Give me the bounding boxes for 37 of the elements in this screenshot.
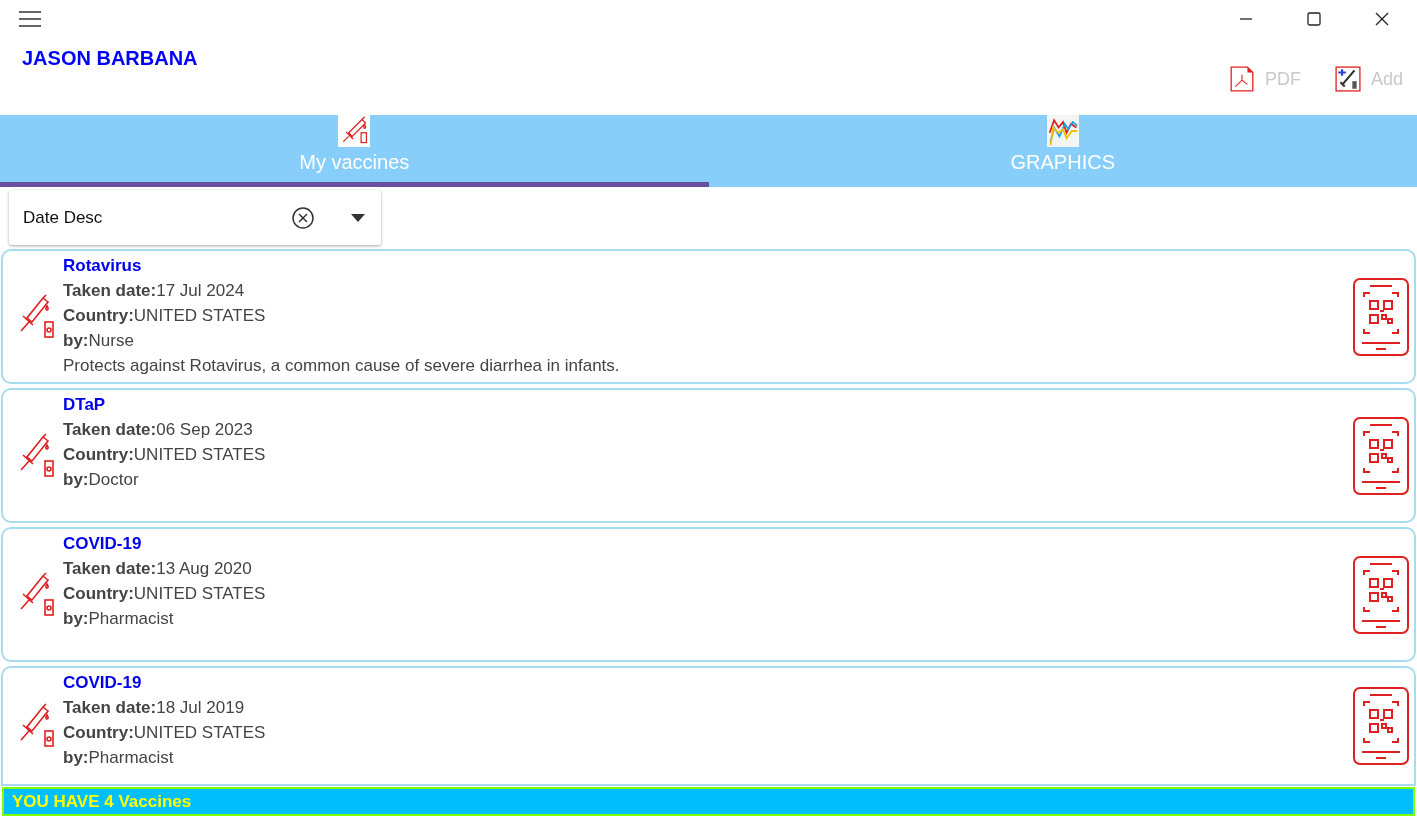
vaccine-detail: by:Pharmacist: [63, 747, 175, 769]
vaccine-description: Protects against Rotavirus, a common cause of severe diarrhea in infants.: [63, 355, 621, 377]
vaccine-name: COVID-19: [63, 672, 143, 694]
close-icon[interactable]: [1374, 11, 1390, 27]
pdf-icon: [1228, 66, 1255, 92]
vaccine-name: DTaP: [63, 394, 107, 416]
vaccine-detail: by:Nurse: [63, 330, 135, 352]
syringe-icon: [336, 115, 373, 147]
vaccine-detail: by:Pharmacist: [63, 608, 175, 630]
qr-phone-icon[interactable]: [1352, 686, 1410, 766]
user-name: JASON BARBANA: [22, 47, 198, 70]
vaccine-card[interactable]: COVID-19 Taken date:13 Aug 2020 Country:UNITED STATES by:Pharmacist: [1, 527, 1416, 662]
clear-icon[interactable]: [291, 205, 315, 230]
vaccine-detail: Taken date:06 Sep 2023: [63, 419, 254, 441]
vaccine-detail: Taken date:17 Jul 2024: [63, 280, 246, 302]
vaccine-detail: Country:UNITED STATES: [63, 722, 267, 744]
menu-icon[interactable]: [18, 10, 42, 28]
vaccine-detail: Country:UNITED STATES: [63, 583, 267, 605]
qr-phone-icon[interactable]: [1352, 276, 1410, 357]
add-syringe-icon: [1334, 66, 1361, 92]
vaccine-name: Rotavirus: [63, 255, 143, 277]
line-chart-icon: [1044, 115, 1081, 147]
qr-phone-icon[interactable]: [1352, 554, 1410, 635]
vaccine-card[interactable]: Rotavirus Taken date:17 Jul 2024 Country:UNITED STATES by:Nurse Protects against Rotavirus, a common cause of severe diarrhea in infants.: [1, 249, 1416, 384]
vaccine-detail: Country:UNITED STATES: [63, 444, 267, 466]
vaccine-card[interactable]: COVID-19 Taken date:18 Jul 2019 Country:UNITED STATES by:Pharmacist: [1, 666, 1416, 786]
vaccine-detail: Country:UNITED STATES: [63, 305, 267, 327]
vaccine-detail: by:Doctor: [63, 469, 140, 491]
sort-dropdown[interactable]: Date Desc: [9, 190, 381, 245]
maximize-icon[interactable]: [1306, 11, 1322, 27]
vaccine-detail: Taken date:18 Jul 2019: [63, 697, 246, 719]
vaccine-name: COVID-19: [63, 533, 143, 555]
qr-phone-icon[interactable]: [1352, 415, 1410, 496]
vaccine-card[interactable]: DTaP Taken date:06 Sep 2023 Country:UNITED STATES by:Doctor: [1, 388, 1416, 523]
caret-icon: [351, 213, 365, 222]
vaccine-detail: Taken date:13 Aug 2020: [63, 558, 253, 580]
vaccine-count-banner: YOU HAVE 4 Vaccines: [2, 787, 1415, 816]
